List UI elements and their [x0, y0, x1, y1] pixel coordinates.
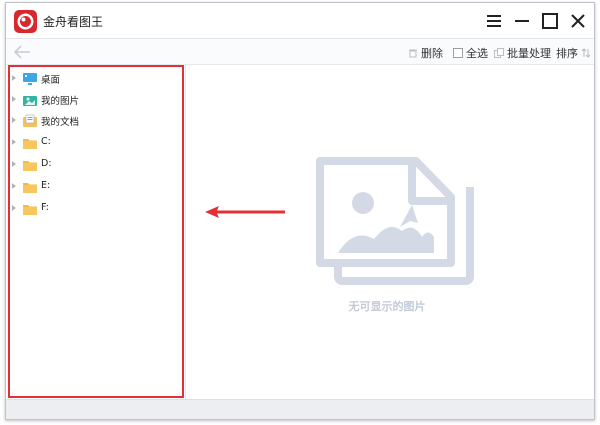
batch-process-button[interactable]: 批量处理	[494, 45, 551, 61]
desktop-icon	[22, 71, 38, 87]
delete-button[interactable]: 删除	[408, 45, 443, 61]
close-icon[interactable]	[566, 9, 590, 33]
folder-icon	[22, 157, 38, 173]
app-window: 金舟看图王 删除 全选 批量处理 排序 桌面 我的图片 我的文档 C: D: E…	[5, 2, 595, 420]
sidebar-item-pictures[interactable]: 我的图片	[6, 90, 181, 110]
minimize-icon[interactable]	[510, 9, 534, 33]
folder-icon	[22, 201, 38, 217]
expand-arrow-icon[interactable]	[12, 75, 16, 81]
expand-arrow-icon[interactable]	[12, 96, 16, 102]
batch-process-label: 批量处理	[507, 47, 551, 60]
sidebar-item-label: D:	[41, 158, 52, 169]
sidebar-item-documents[interactable]: 我的文档	[6, 111, 181, 131]
sort-label: 排序	[556, 47, 578, 60]
checkbox-icon	[453, 48, 463, 58]
sort-button[interactable]: 排序	[556, 45, 591, 61]
pictures-folder-icon	[22, 92, 38, 108]
expand-arrow-icon[interactable]	[12, 183, 16, 189]
status-bar	[6, 399, 594, 419]
sidebar-item-drive-c[interactable]: C:	[6, 133, 181, 153]
maximize-icon[interactable]	[538, 9, 562, 33]
sidebar-item-drive-f[interactable]: F:	[6, 199, 181, 219]
toolbar: 删除 全选 批量处理 排序	[6, 39, 594, 65]
select-all-checkbox[interactable]: 全选	[453, 45, 488, 61]
sidebar-item-label: 我的文档	[41, 117, 80, 128]
select-all-label: 全选	[466, 47, 488, 60]
delete-label: 删除	[421, 47, 443, 60]
sidebar-item-desktop[interactable]: 桌面	[6, 69, 181, 89]
no-image-placeholder-icon	[316, 157, 476, 296]
sort-arrows-icon	[581, 48, 591, 58]
app-title: 金舟看图王	[43, 15, 104, 29]
sidebar-item-label: F:	[41, 202, 49, 213]
folder-icon	[22, 135, 38, 151]
title-bar: 金舟看图王	[6, 3, 594, 39]
copy-icon	[494, 48, 504, 58]
sidebar-item-label: C:	[41, 136, 51, 147]
folder-icon	[22, 179, 38, 195]
sidebar-item-drive-e[interactable]: E:	[6, 177, 181, 197]
folder-tree-panel: 桌面 我的图片 我的文档 C: D: E: F:	[6, 65, 186, 401]
app-logo	[14, 10, 37, 33]
back-arrow-icon[interactable]	[12, 42, 32, 62]
sidebar-item-label: 我的图片	[41, 96, 80, 107]
red-arrow-annotation	[205, 204, 287, 223]
expand-arrow-icon[interactable]	[12, 117, 16, 123]
expand-arrow-icon[interactable]	[12, 161, 16, 167]
sidebar-item-drive-d[interactable]: D:	[6, 155, 181, 175]
expand-arrow-icon[interactable]	[12, 139, 16, 145]
documents-folder-icon	[22, 113, 38, 129]
sidebar-item-label: 桌面	[41, 75, 61, 86]
expand-arrow-icon[interactable]	[12, 205, 16, 211]
trash-icon	[408, 48, 418, 58]
empty-message: 无可显示的图片	[348, 300, 426, 313]
sidebar-item-label: E:	[41, 180, 51, 191]
image-view-area: 无可显示的图片	[186, 65, 594, 401]
menu-icon[interactable]	[482, 9, 506, 33]
